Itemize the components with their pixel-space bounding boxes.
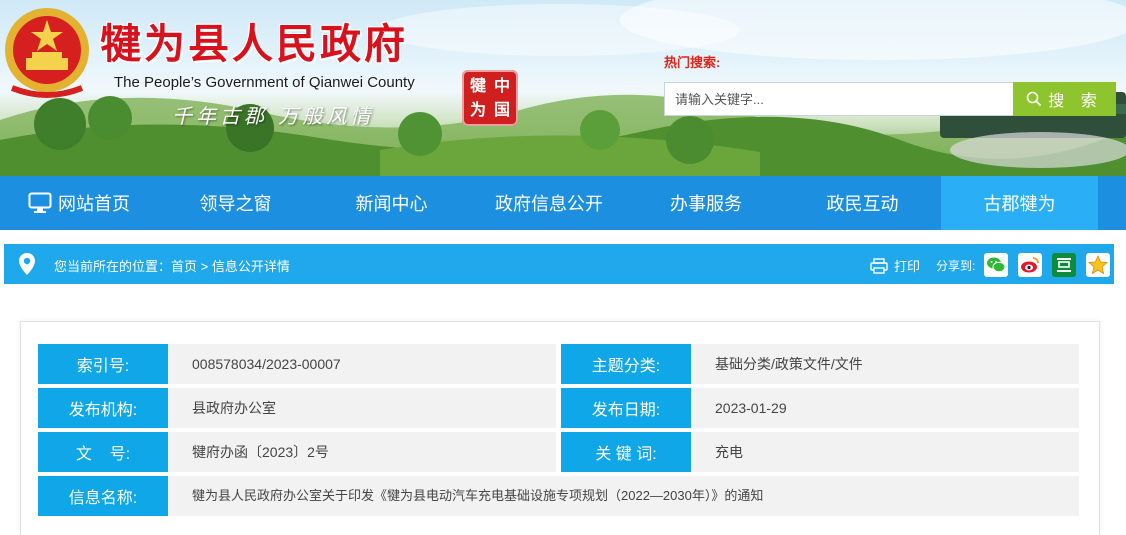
nav-item-label: 政民互动	[826, 194, 899, 214]
info-row-date: 发布日期: 2023-01-29	[561, 388, 1079, 428]
seal-char: 中	[493, 76, 510, 95]
info-row-keyword: 关 键 词: 充电	[561, 432, 1079, 472]
search-input[interactable]	[664, 82, 1014, 116]
wechat-icon[interactable]	[984, 253, 1008, 277]
seal-char: 为	[469, 100, 486, 119]
info-row-name: 信息名称: 犍为县人民政府办公室关于印发《犍为县电动汽车充电基础设施专项规划（2…	[38, 476, 1079, 516]
national-emblem-icon	[5, 8, 89, 98]
qzone-icon[interactable]	[1086, 253, 1110, 277]
nav-item-gov-info[interactable]: 政府信息公开	[470, 176, 628, 230]
docno-value: 犍府办函〔2023〕2号	[192, 444, 329, 460]
nav-item-label: 政府信息公开	[495, 194, 603, 214]
printer-icon	[870, 257, 888, 274]
nav-item-news[interactable]: 新闻中心	[313, 176, 470, 230]
keyword-value: 充电	[715, 444, 743, 460]
weibo-icon[interactable]	[1018, 253, 1042, 277]
breadcrumb-current: 信息公开详情	[211, 259, 290, 274]
name-value: 犍为县人民政府办公室关于印发《犍为县电动汽车充电基础设施专项规划（2022—20…	[192, 488, 764, 503]
nav-item-home[interactable]: 网站首页	[0, 176, 158, 230]
share-label: 分享到:	[936, 259, 976, 273]
nav-item-services[interactable]: 办事服务	[628, 176, 784, 230]
seal-char: 国	[493, 100, 510, 119]
info-row-docno: 文 号: 犍府办函〔2023〕2号	[38, 432, 556, 472]
search-button[interactable]: 搜 索	[1013, 82, 1116, 116]
location-pin-icon	[19, 253, 35, 275]
index-label: 索引号:	[38, 344, 168, 384]
douban-icon[interactable]	[1052, 253, 1076, 277]
info-row-org: 发布机构: 县政府办公室	[38, 388, 556, 428]
nav-item-label: 办事服务	[670, 194, 742, 214]
nav-item-label: 领导之窗	[199, 194, 272, 214]
info-row-index: 索引号: 008578034/2023-00007	[38, 344, 556, 384]
date-label: 发布日期:	[561, 388, 691, 428]
name-label: 信息名称:	[38, 476, 168, 516]
breadcrumb-home-link[interactable]: 首页	[171, 259, 197, 274]
breadcrumb-prefix: 您当前所在的位置：	[54, 259, 172, 274]
nav-item-leaders[interactable]: 领导之窗	[158, 176, 313, 230]
seal-logo: 犍 中 为 国	[462, 70, 518, 126]
nav-item-label: 网站首页	[58, 194, 130, 214]
topic-value: 基础分类/政策文件/文件	[715, 356, 863, 372]
nav-item-qianwei[interactable]: 古郡犍为	[941, 176, 1098, 230]
seal-char: 犍	[469, 76, 486, 95]
print-button[interactable]: 打印	[870, 256, 920, 275]
org-value: 县政府办公室	[192, 400, 276, 416]
header-banner: 犍为县人民政府 The People’s Government of Qianw…	[0, 0, 1126, 176]
info-panel: 索引号: 008578034/2023-00007 主题分类: 基础分类/政策文…	[20, 321, 1100, 535]
nav-item-label: 古郡犍为	[983, 194, 1056, 214]
search-button-label: 搜 索	[1048, 93, 1103, 110]
search-icon	[1026, 91, 1042, 107]
index-value: 008578034/2023-00007	[192, 356, 341, 372]
print-label: 打印	[894, 259, 921, 274]
site-title: 犍为县人民政府	[100, 20, 408, 68]
monitor-icon	[28, 192, 52, 213]
org-label: 发布机构:	[38, 388, 168, 428]
site-subtitle: The People’s Government of Qianwei Count…	[114, 74, 415, 91]
hot-search-label: 热门搜索:	[664, 55, 721, 70]
breadcrumb-text: 您当前所在的位置：首页 > 信息公开详情	[54, 256, 290, 275]
nav-item-interaction[interactable]: 政民互动	[784, 176, 941, 230]
docno-label: 文 号:	[38, 432, 168, 472]
date-value: 2023-01-29	[715, 400, 787, 416]
info-row-topic: 主题分类: 基础分类/政策文件/文件	[561, 344, 1079, 384]
nav-item-label: 新闻中心	[355, 194, 428, 214]
topic-label: 主题分类:	[561, 344, 691, 384]
nav-filler	[1098, 176, 1126, 230]
breadcrumb: 您当前所在的位置：首页 > 信息公开详情 打印 分享到:	[4, 244, 1114, 284]
slogan: 千年古郡 万般风情	[172, 104, 375, 128]
main-nav: 网站首页 领导之窗 新闻中心 政府信息公开 办事服务 政民互动 古郡犍为	[0, 176, 1126, 230]
breadcrumb-separator: >	[197, 259, 212, 274]
keyword-label: 关 键 词:	[561, 432, 691, 472]
